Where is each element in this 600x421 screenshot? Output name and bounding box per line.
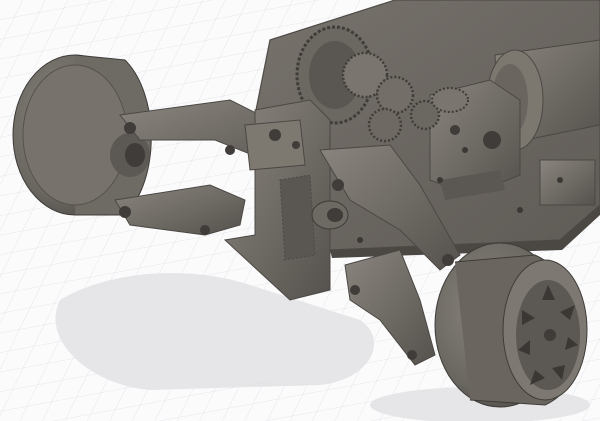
right-front-wheel[interactable] xyxy=(434,242,588,408)
cad-viewport[interactable] xyxy=(0,0,600,421)
left-front-wheel[interactable] xyxy=(12,54,152,216)
cad-canvas[interactable] xyxy=(0,0,600,421)
drive-shaft[interactable] xyxy=(311,200,349,230)
